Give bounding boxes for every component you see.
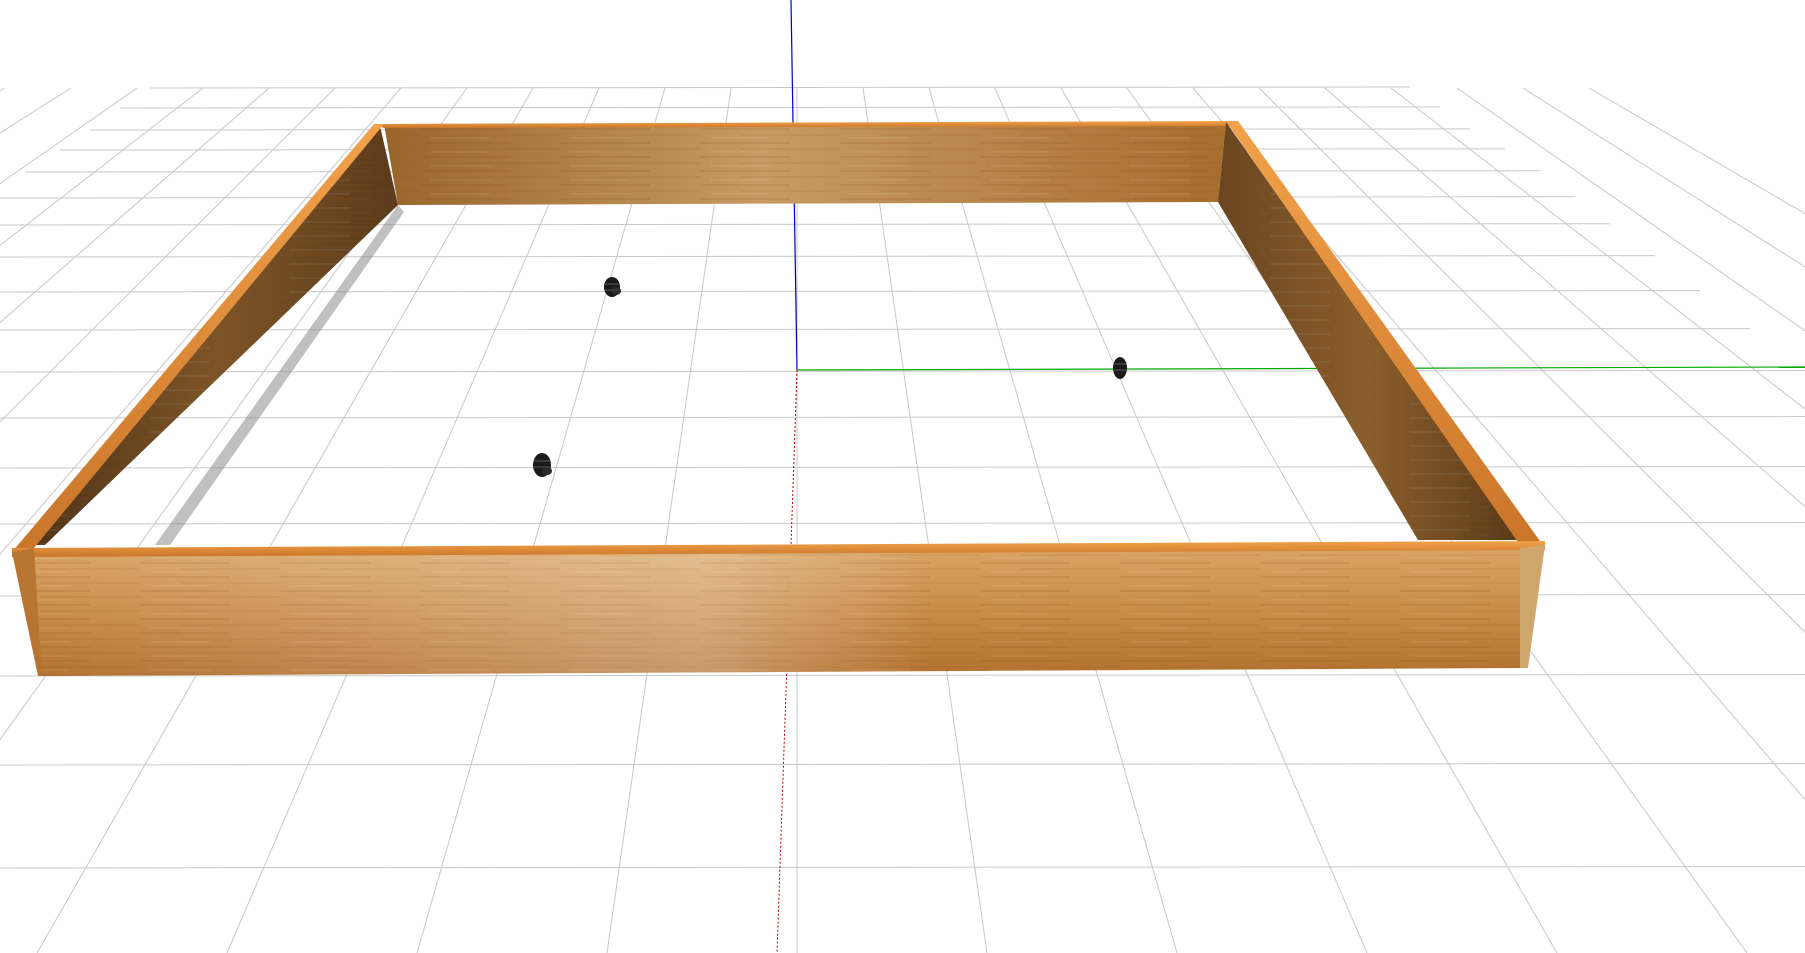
arena-left-wall-grain (34, 126, 398, 545)
grid-line-depth (416, 87, 666, 953)
grid-line-depth (928, 87, 1178, 953)
grid-line-horizontal (0, 522, 1805, 525)
arena-back-wall-grain (384, 122, 1226, 205)
scene-canvas[interactable] (0, 0, 1805, 953)
grid-line-depth (862, 87, 988, 953)
grid-line-horizontal (0, 466, 1805, 469)
arena-front-wall-right-cap (1520, 545, 1545, 668)
grid-line-depth (0, 87, 6, 92)
grid-line-horizontal (0, 674, 1805, 677)
y-axis-line (796, 366, 1805, 371)
grid-line-horizontal (0, 370, 1805, 373)
grid-line-depth (226, 87, 600, 953)
grid-line-horizontal (0, 763, 1805, 766)
floor-grid (0, 86, 1805, 953)
robot-1[interactable] (604, 277, 621, 297)
grid-line-depth (606, 87, 732, 953)
grid-line-depth (1588, 87, 1805, 215)
grid-line-horizontal (0, 223, 1611, 226)
3d-viewport[interactable] (0, 0, 1805, 953)
arena-walls[interactable] (12, 121, 1545, 676)
robot-2[interactable] (1113, 357, 1127, 379)
grid-line-depth (1258, 87, 1805, 633)
grid-line-depth (994, 87, 1368, 953)
grid-line-horizontal (149, 86, 1411, 89)
grid-line-horizontal (0, 255, 1656, 258)
robot-3[interactable] (533, 453, 552, 477)
arena-front-wall-shine (12, 545, 1545, 676)
grid-line-horizontal (0, 416, 1805, 419)
grid-line-horizontal (0, 866, 1805, 869)
grid-line-horizontal (119, 106, 1441, 109)
grid-line-depth (36, 87, 534, 953)
